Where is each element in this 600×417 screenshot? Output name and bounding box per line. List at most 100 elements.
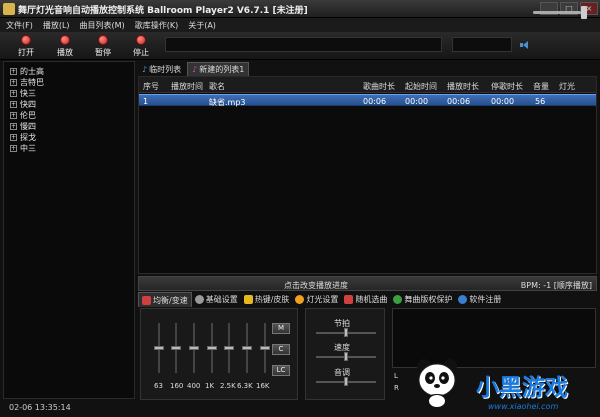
watermark-text: 小黑游戏 — [476, 375, 568, 401]
col-light[interactable]: 灯光 — [559, 81, 575, 92]
bpm-status: BPM: -1 [顺序播放] — [520, 281, 592, 290]
window-title: 舞厅灯光音响自动播放控制系统 Ballroom Player2 V6.7.1 [… — [18, 6, 308, 16]
lightning-icon — [243, 295, 253, 304]
volume-fill — [533, 11, 581, 14]
title-bar: 舞厅灯光音响自动播放控制系统 Ballroom Player2 V6.7.1 [… — [0, 0, 600, 18]
tree-item-quick-waltz[interactable]: + 快三 — [10, 88, 36, 98]
gear-icon — [194, 295, 204, 304]
playback-display[interactable] — [165, 37, 442, 52]
col-name[interactable]: 歌名 — [209, 81, 225, 92]
eq-band-label: 1K — [205, 382, 215, 390]
shuffle-icon — [344, 295, 354, 304]
eq-slider-thumb[interactable] — [224, 346, 234, 350]
eq-band-slider[interactable] — [242, 323, 252, 373]
menu-file[interactable]: 文件(F) — [6, 20, 33, 31]
beat-thumb[interactable] — [344, 328, 348, 337]
register-icon — [458, 295, 468, 304]
col-index[interactable]: 序号 — [143, 81, 159, 92]
col-stop-len[interactable]: 停歌时长 — [491, 81, 523, 92]
speaker-icon[interactable] — [520, 41, 530, 49]
eq-band-label: 6.3K — [237, 382, 253, 390]
tab-basic-settings[interactable]: 基础设置 — [192, 292, 241, 307]
tree-item-mid-three[interactable]: + 中三 — [10, 143, 36, 153]
eq-band-slider[interactable] — [171, 323, 181, 373]
menu-about[interactable]: 关于(A) — [188, 20, 216, 31]
eq-band-slider[interactable] — [154, 323, 164, 373]
eq-band-slider[interactable] — [207, 323, 217, 373]
equalizer-panel: 63 160 400 1K 2.5K 6.3K 16K M C LC — [140, 308, 298, 400]
open-icon — [21, 35, 31, 45]
music-note-icon: ♪ — [142, 64, 148, 74]
stop-button[interactable]: 停止 — [129, 35, 153, 58]
seek-hint: 点击改变播放进度 — [284, 281, 348, 290]
tree-item-disco[interactable]: + 的士高 — [10, 66, 44, 76]
tree-item-tango[interactable]: + 探戈 — [10, 132, 36, 142]
expand-icon[interactable]: + — [10, 133, 17, 141]
eq-band-slider[interactable] — [189, 323, 199, 373]
tab-new-list[interactable]: ♪ 新建的列表1 — [187, 62, 250, 76]
pause-button[interactable]: 暂停 — [91, 35, 115, 58]
tree-item-quickstep[interactable]: + 快四 — [10, 99, 36, 109]
watermark-url: www.xiaohei.com — [488, 402, 559, 411]
menu-bar: 文件(F) 播放(L) 曲目列表(M) 歌库操作(K) 关于(A) — [0, 18, 600, 32]
col-start[interactable]: 起始时间 — [405, 81, 437, 92]
play-button[interactable]: 播放 — [53, 35, 77, 58]
status-clock: 02-06 13:35:14 — [9, 403, 71, 412]
eq-slider-thumb[interactable] — [242, 346, 252, 350]
eq-band-label: 63 — [154, 382, 163, 390]
eq-band-slider[interactable] — [260, 323, 270, 373]
play-icon — [60, 35, 70, 45]
col-duration[interactable]: 歌曲时长 — [363, 81, 395, 92]
eq-band-slider[interactable] — [224, 323, 234, 373]
tab-eq-speed[interactable]: 均衡/变速 — [138, 292, 192, 307]
tree-item-rumba[interactable]: + 伦巴 — [10, 110, 36, 120]
pitch-thumb[interactable] — [344, 377, 348, 386]
expand-icon[interactable]: + — [10, 144, 17, 152]
playlist-tabs: ♪ 临时列表 ♪ 新建的列表1 — [138, 62, 250, 76]
menu-library[interactable]: 歌库操作(K) — [135, 20, 179, 31]
eq-m-button[interactable]: M — [272, 323, 290, 334]
tab-temp-list[interactable]: ♪ 临时列表 — [138, 62, 185, 76]
expand-icon[interactable]: + — [10, 89, 17, 97]
volume-slider[interactable] — [533, 11, 585, 14]
eq-slider-thumb[interactable] — [189, 346, 199, 350]
speed-thumb[interactable] — [344, 352, 348, 361]
eq-band-label: 2.5K — [220, 382, 236, 390]
eq-band-label: 160 — [170, 382, 184, 390]
pause-icon — [98, 35, 108, 45]
table-row[interactable]: 1 缺省.mp3 00:06 00:00 00:06 00:00 56 — [139, 94, 596, 107]
panda-logo — [417, 359, 457, 410]
tab-random-select[interactable]: 随机选曲 — [341, 292, 390, 307]
expand-icon[interactable]: + — [10, 100, 17, 108]
tab-copyright[interactable]: 舞曲版权保护 — [390, 292, 455, 307]
col-play-len[interactable]: 播放时长 — [447, 81, 479, 92]
expand-icon[interactable]: + — [10, 67, 17, 75]
col-volume[interactable]: 音量 — [533, 81, 549, 92]
col-play-time[interactable]: 播放时间 — [171, 81, 203, 92]
expand-icon[interactable]: + — [10, 122, 17, 130]
eq-lc-button[interactable]: LC — [272, 365, 290, 376]
playlist-table: 序号 播放时间 歌名 歌曲时长 起始时间 播放时长 停歌时长 音量 灯光 1 缺… — [138, 76, 597, 274]
watermark: 小黑游戏 www.xiaohei.com — [412, 350, 600, 417]
right-channel-label: R — [394, 384, 399, 392]
toolbar: 打开 播放 暂停 停止 — [0, 32, 600, 60]
menu-tracklist[interactable]: 曲目列表(M) — [80, 20, 125, 31]
expand-icon[interactable]: + — [10, 78, 17, 86]
expand-icon[interactable]: + — [10, 111, 17, 119]
menu-play[interactable]: 播放(L) — [43, 20, 70, 31]
app-icon — [3, 3, 15, 15]
tab-light-settings[interactable]: 灯光设置 — [292, 292, 341, 307]
open-button[interactable]: 打开 — [14, 35, 38, 58]
eq-slider-thumb[interactable] — [260, 346, 270, 350]
music-note-icon: ♪ — [192, 65, 198, 74]
eq-slider-thumb[interactable] — [171, 346, 181, 350]
tree-item-slow-four[interactable]: + 慢四 — [10, 121, 36, 131]
eq-slider-thumb[interactable] — [154, 346, 164, 350]
volume-thumb[interactable] — [581, 6, 587, 19]
tree-item-jitterbug[interactable]: + 吉特巴 — [10, 77, 44, 87]
seek-bar[interactable]: 点击改变播放进度 BPM: -1 [顺序播放] — [138, 276, 597, 291]
eq-c-button[interactable]: C — [272, 344, 290, 355]
tab-hotkey-skin[interactable]: 热键/皮肤 — [241, 292, 293, 307]
eq-slider-thumb[interactable] — [207, 346, 217, 350]
tab-register[interactable]: 软件注册 — [455, 292, 504, 307]
